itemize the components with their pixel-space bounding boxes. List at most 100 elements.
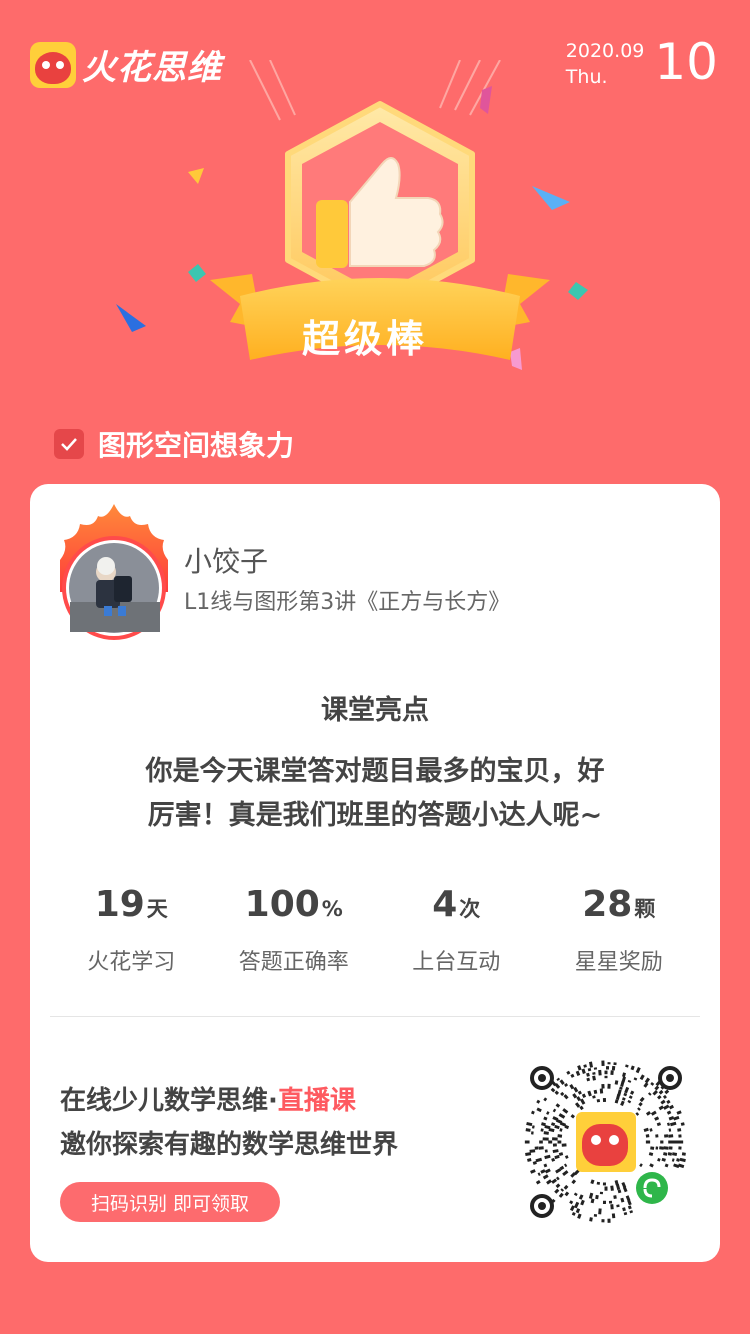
- qr-dot: [583, 1064, 587, 1068]
- qr-dot: [619, 1086, 623, 1090]
- qr-dot: [586, 1077, 591, 1082]
- qr-dot: [654, 1085, 660, 1091]
- highlight-text: 你是今天课堂答对题目最多的宝贝，好 厉害！真是我们班里的答题小达人呢~: [110, 750, 640, 838]
- qr-dot: [544, 1168, 551, 1174]
- qr-dot: [676, 1158, 680, 1162]
- qr-dot: [574, 1102, 581, 1108]
- stat-unit: %: [321, 897, 343, 921]
- qr-dot: [586, 1072, 590, 1077]
- qr-dot: [610, 1185, 614, 1191]
- qr-dot: [581, 1093, 587, 1099]
- qr-dot: [577, 1065, 582, 1071]
- mini-program-qr-code[interactable]: [524, 1060, 688, 1224]
- promo-headline-accent: 直播课: [277, 1086, 356, 1116]
- qr-dot: [639, 1163, 643, 1168]
- qr-dot: [617, 1089, 622, 1096]
- qr-dot: [661, 1157, 666, 1162]
- qr-dot: [623, 1092, 628, 1097]
- qr-dot: [668, 1134, 674, 1138]
- qr-dot: [650, 1146, 655, 1150]
- student-name: 小饺子: [184, 545, 269, 578]
- stat-value: 100: [244, 884, 320, 925]
- qr-dot: [542, 1174, 549, 1180]
- qr-dot: [625, 1064, 629, 1068]
- qr-dot: [666, 1122, 671, 1126]
- scan-qr-button[interactable]: 扫码识别 即可领取: [60, 1182, 280, 1222]
- qr-dot: [536, 1099, 541, 1104]
- qr-dot: [579, 1105, 584, 1111]
- qr-finder-dot: [666, 1074, 674, 1082]
- qr-dot: [536, 1107, 542, 1113]
- qr-dot: [587, 1090, 592, 1097]
- qr-dot: [628, 1095, 633, 1100]
- skill-category: 图形空间想象力: [54, 424, 294, 464]
- qr-dot: [673, 1115, 680, 1121]
- qr-dot: [601, 1083, 605, 1089]
- qr-dot: [558, 1152, 564, 1156]
- qr-dot: [577, 1213, 582, 1219]
- qr-dot: [569, 1200, 574, 1205]
- qr-dot: [671, 1158, 675, 1162]
- checkmark-icon: [54, 429, 84, 459]
- qr-dot: [592, 1095, 596, 1099]
- qr-dot: [531, 1125, 535, 1129]
- qr-dot: [681, 1152, 686, 1156]
- qr-dot: [538, 1146, 544, 1150]
- qr-dot: [535, 1157, 543, 1163]
- qr-dot: [550, 1122, 556, 1127]
- qr-dot: [627, 1199, 632, 1206]
- stat-unit: 次: [459, 897, 481, 921]
- qr-dot: [635, 1066, 641, 1074]
- qr-dot: [605, 1066, 610, 1070]
- qr-dot: [635, 1112, 640, 1116]
- qr-finder-dot: [538, 1074, 546, 1082]
- qr-dot: [571, 1211, 576, 1216]
- qr-dot: [637, 1107, 641, 1111]
- qr-dot: [540, 1128, 544, 1132]
- stat-value: 4: [432, 884, 458, 925]
- qr-dot: [562, 1170, 569, 1176]
- qr-dot: [548, 1140, 553, 1144]
- qr-dot: [564, 1083, 569, 1087]
- qr-dot: [611, 1213, 616, 1219]
- qr-dot: [593, 1067, 598, 1070]
- stat-label: 火花学习: [87, 950, 176, 975]
- stat-unit: 天: [146, 897, 168, 921]
- qr-dot: [643, 1082, 649, 1088]
- qr-dot: [543, 1163, 548, 1168]
- qr-dot: [633, 1077, 638, 1081]
- qr-dot: [563, 1094, 569, 1100]
- qr-dot: [550, 1087, 556, 1093]
- qr-dot: [676, 1110, 682, 1115]
- qr-dot: [561, 1143, 567, 1147]
- qr-dot: [667, 1152, 673, 1156]
- qr-dot: [622, 1207, 626, 1212]
- qr-dot: [564, 1163, 568, 1168]
- qr-dot: [677, 1128, 682, 1132]
- qr-dot: [679, 1157, 686, 1163]
- qr-dot: [531, 1110, 535, 1115]
- qr-dot: [588, 1192, 594, 1199]
- stat-label: 上台互动: [412, 950, 501, 975]
- qr-dot: [645, 1111, 651, 1116]
- qr-dot: [668, 1104, 675, 1110]
- qr-dot: [534, 1146, 539, 1150]
- qr-dot: [664, 1163, 669, 1168]
- stat-label: 答题正确率: [238, 950, 349, 975]
- qr-dot: [559, 1079, 565, 1085]
- qr-dot: [604, 1070, 608, 1075]
- qr-dot: [602, 1098, 607, 1103]
- qr-dot: [664, 1089, 670, 1095]
- highlight-title: 课堂亮点: [321, 695, 429, 726]
- qr-dot: [599, 1191, 604, 1195]
- qr-dot: [592, 1072, 596, 1075]
- qr-dot: [621, 1076, 626, 1083]
- qr-dot: [525, 1128, 531, 1132]
- qr-dot: [578, 1194, 584, 1200]
- qr-dot: [660, 1140, 664, 1144]
- stats-row: 19天 火花学习 100% 答题正确率 4次 上台互动 28颗 星星奖励: [50, 882, 700, 976]
- divider: [50, 1016, 700, 1017]
- qr-dot: [663, 1146, 669, 1150]
- qr-dot: [544, 1149, 548, 1153]
- qr-dot: [664, 1134, 669, 1138]
